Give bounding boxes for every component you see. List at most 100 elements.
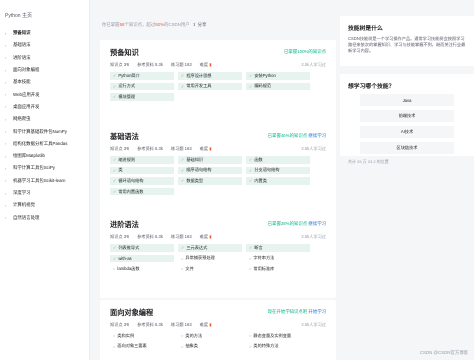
sidebar-item-advanced-syntax[interactable]: › 进阶语法 bbox=[0, 52, 89, 64]
sidebar-item-cv[interactable]: › 计算机视觉 bbox=[0, 199, 89, 211]
chevron-right-icon: › bbox=[5, 79, 7, 85]
card-stats: 知识点 3⁄6 参考资料 5.3k 练习题 163 难度 ▮ 2.5k人学习过 bbox=[110, 234, 326, 240]
survey-option-frontend[interactable]: 前端技术 bbox=[360, 110, 454, 122]
knowledge-point[interactable]: ✓ 常用开发工具 bbox=[178, 82, 242, 91]
knowledge-point[interactable]: ✓ 数据类型 bbox=[178, 177, 242, 185]
skill-card-advanced-syntax[interactable]: 进阶语法 已掌握28%的知识点 继续学习 知识点 3⁄6 参考资料 5.3k 练习题 1… bbox=[100, 212, 336, 298]
sidebar-item-label: 网络爬虫 bbox=[13, 116, 31, 122]
knowledge-point[interactable]: ✓ 三元表达式 bbox=[178, 244, 242, 252]
sidebar-item-deep-learning[interactable]: › 深度学习 bbox=[0, 187, 89, 199]
knowledge-point[interactable]: ○ lambda函数 bbox=[110, 265, 174, 273]
skill-card-basic-syntax[interactable]: 基础语法 已掌握46%的知识点 继续学习 知识点 3⁄6 参考资料 5.3k 练习题 1… bbox=[100, 124, 336, 220]
chevron-right-icon: › bbox=[5, 202, 7, 208]
share-button[interactable]: ⇪ 分享 bbox=[193, 22, 207, 27]
sidebar-item-scipy[interactable]: › 科学计算工具包SciPy bbox=[0, 162, 89, 174]
circle-icon: ○ bbox=[181, 255, 184, 261]
knowledge-point[interactable]: ✓ 运行方式 bbox=[110, 82, 174, 91]
sidebar-item-numpy[interactable]: › 科学计算基础软件包NumPy bbox=[0, 125, 89, 137]
skill-card-oop[interactable]: 面向对象编程 现在开始学知识点吧 开始学习 知识点 3⁄6 参考资料 5.3k 练习题 … bbox=[100, 300, 336, 360]
knowledge-point[interactable]: ○ 常用标准库 bbox=[246, 265, 310, 273]
knowledge-point[interactable]: ✓ 安装Python bbox=[246, 72, 310, 80]
chevron-right-icon: › bbox=[5, 55, 7, 61]
status-text: 现在开始学知识点吧 bbox=[267, 309, 308, 314]
chevron-right-icon: › bbox=[5, 215, 7, 221]
check-icon: ✓ bbox=[113, 189, 117, 195]
sidebar-item-matplotlib[interactable]: › 绘图库Matplotlib bbox=[0, 150, 89, 162]
survey-option-java[interactable]: Java bbox=[360, 94, 454, 106]
continue-link[interactable]: 开始学习 bbox=[308, 309, 326, 314]
sidebar-item-oop[interactable]: › 面向对象编程 bbox=[0, 64, 89, 76]
stat-difficulty: 难度 ▮ bbox=[200, 62, 212, 68]
knowledge-point[interactable]: ✓ 模块管理 bbox=[110, 93, 174, 101]
knowledge-point[interactable]: ○ 静态变量及实例变量 bbox=[246, 332, 310, 340]
knowledge-point[interactable]: ✓ 类 bbox=[110, 166, 174, 175]
knowledge-point[interactable]: ○ 抽象类 bbox=[178, 342, 242, 351]
sidebar-item-label: 预备知识 bbox=[13, 30, 31, 36]
chevron-right-icon: › bbox=[5, 141, 7, 147]
knowledge-point[interactable]: ○ 异常捕获预处理 bbox=[178, 254, 242, 263]
knowledge-point-label: 基础知识 bbox=[186, 156, 204, 162]
sidebar-item-nlp[interactable]: › 自然语言处理 bbox=[0, 211, 89, 223]
sidebar-item-label: 机器学习工具包Scikit-learn bbox=[13, 177, 66, 183]
knowledge-point[interactable]: ○ 面向对象三要素 bbox=[110, 342, 174, 351]
chevron-right-icon: › bbox=[5, 153, 7, 159]
chevron-right-icon: › bbox=[5, 92, 7, 98]
stat-refs: 参考资料 5.3k bbox=[137, 234, 163, 239]
knowledge-grid: ✓ Python简介 ✓ 程序设计思想 ✓ 安装Python ✓ 运行方式 ✓ 常用开发工具 ✓ 编码… bbox=[110, 72, 326, 101]
sidebar-item-crawler[interactable]: › 网络爬虫 bbox=[0, 113, 89, 125]
knowledge-point[interactable]: ○ 文件 bbox=[178, 265, 242, 273]
check-icon: ✓ bbox=[113, 245, 117, 251]
difficulty-label: 难度 bbox=[199, 322, 209, 327]
knowledge-point[interactable]: ✓ 循环语句结构 bbox=[110, 177, 174, 185]
knowledge-point[interactable]: ○ 字符串方法 bbox=[246, 254, 310, 263]
sidebar-title[interactable]: Python 主页 bbox=[0, 8, 89, 27]
knowledge-point[interactable]: ✓ 函数 bbox=[246, 156, 310, 164]
continue-link[interactable]: 继续学习 bbox=[308, 133, 326, 138]
card-status: 已掌握28%的知识点 继续学习 bbox=[268, 221, 326, 227]
check-icon: ✓ bbox=[249, 83, 253, 89]
knowledge-point[interactable]: ✓ with-as bbox=[110, 254, 174, 263]
knowledge-point[interactable]: ✓ 列表推导式 bbox=[110, 244, 174, 252]
difficulty-label: 难度 bbox=[199, 234, 209, 239]
knowledge-point[interactable]: ✓ 断言 bbox=[246, 244, 310, 252]
stat-learners: 2.5k人学习过 bbox=[301, 62, 326, 67]
stat-exercises: 练习题 163 bbox=[170, 62, 192, 67]
sidebar-item-web-dev[interactable]: › Web应用开发 bbox=[0, 88, 89, 100]
sidebar-item-pandas[interactable]: › 结构化数据分析工具Pandas bbox=[0, 138, 89, 150]
sidebar-item-basic-skills[interactable]: › 基本技能 bbox=[0, 76, 89, 88]
knowledge-point-label: 列表推导式 bbox=[118, 244, 140, 250]
flag-icon: ▮ bbox=[209, 322, 212, 327]
stat-difficulty: 难度 ▮ bbox=[200, 322, 212, 328]
card-status: 现在开始学知识点吧 开始学习 bbox=[268, 309, 326, 315]
sidebar-item-basic-syntax[interactable]: › 基础语法 bbox=[0, 39, 89, 51]
knowledge-point[interactable]: ✓ 程序设计思想 bbox=[178, 72, 242, 80]
sidebar-item-label: 结构化数据分析工具Pandas bbox=[13, 140, 68, 146]
sidebar-item-sklearn[interactable]: › 机器学习工具包Scikit-learn bbox=[0, 175, 89, 187]
knowledge-point[interactable]: ○ 类和实例 bbox=[110, 332, 174, 340]
knowledge-point[interactable]: ✓ 顺序语句结构 bbox=[178, 166, 242, 175]
knowledge-point[interactable]: ✓ 基础知识 bbox=[178, 156, 242, 164]
chevron-right-icon: › bbox=[5, 165, 7, 171]
status-text: 已掌握46%的知识点 bbox=[267, 133, 308, 138]
survey-option-ai[interactable]: AI技术 bbox=[360, 126, 454, 138]
survey-title: 想学习哪个技能？ bbox=[348, 84, 395, 90]
chevron-right-icon: › bbox=[5, 67, 7, 73]
knowledge-point[interactable]: ○ 类的特殊方法 bbox=[246, 342, 310, 351]
sidebar-item-label: 面向对象编程 bbox=[13, 67, 40, 73]
skill-card-prereq[interactable]: 预备知识 已掌握100%的知识点 知识点 3⁄6 参考资料 5.3k 练习题 163 难度… bbox=[100, 40, 336, 132]
knowledge-point[interactable]: ✓ 内置类 bbox=[246, 177, 310, 185]
knowledge-point[interactable]: ○ 类的方法 bbox=[178, 332, 242, 340]
knowledge-point[interactable]: ✓ 常用内置函数 bbox=[110, 187, 174, 196]
knowledge-point-label: 常用内置函数 bbox=[118, 188, 144, 194]
knowledge-point[interactable]: ✓ Python简介 bbox=[110, 72, 174, 80]
sidebar-item-prereq[interactable]: › 预备知识 bbox=[0, 27, 89, 39]
continue-link[interactable]: 继续学习 bbox=[308, 221, 326, 226]
circle-icon: ○ bbox=[181, 333, 184, 339]
survey-option-blockchain[interactable]: 区块链技术 bbox=[360, 142, 454, 154]
knowledge-point[interactable]: ✓ 缩进规则 bbox=[110, 156, 174, 164]
sidebar-item-desktop-dev[interactable]: › 桌面应用开发 bbox=[0, 101, 89, 113]
card-status: 已掌握100%的知识点 bbox=[284, 49, 326, 55]
knowledge-point[interactable]: ✓ 编码规范 bbox=[246, 82, 310, 91]
knowledge-point[interactable]: ✓ 分支语句结构 bbox=[246, 166, 310, 175]
sidebar-item-label: 计算机视觉 bbox=[13, 202, 35, 208]
